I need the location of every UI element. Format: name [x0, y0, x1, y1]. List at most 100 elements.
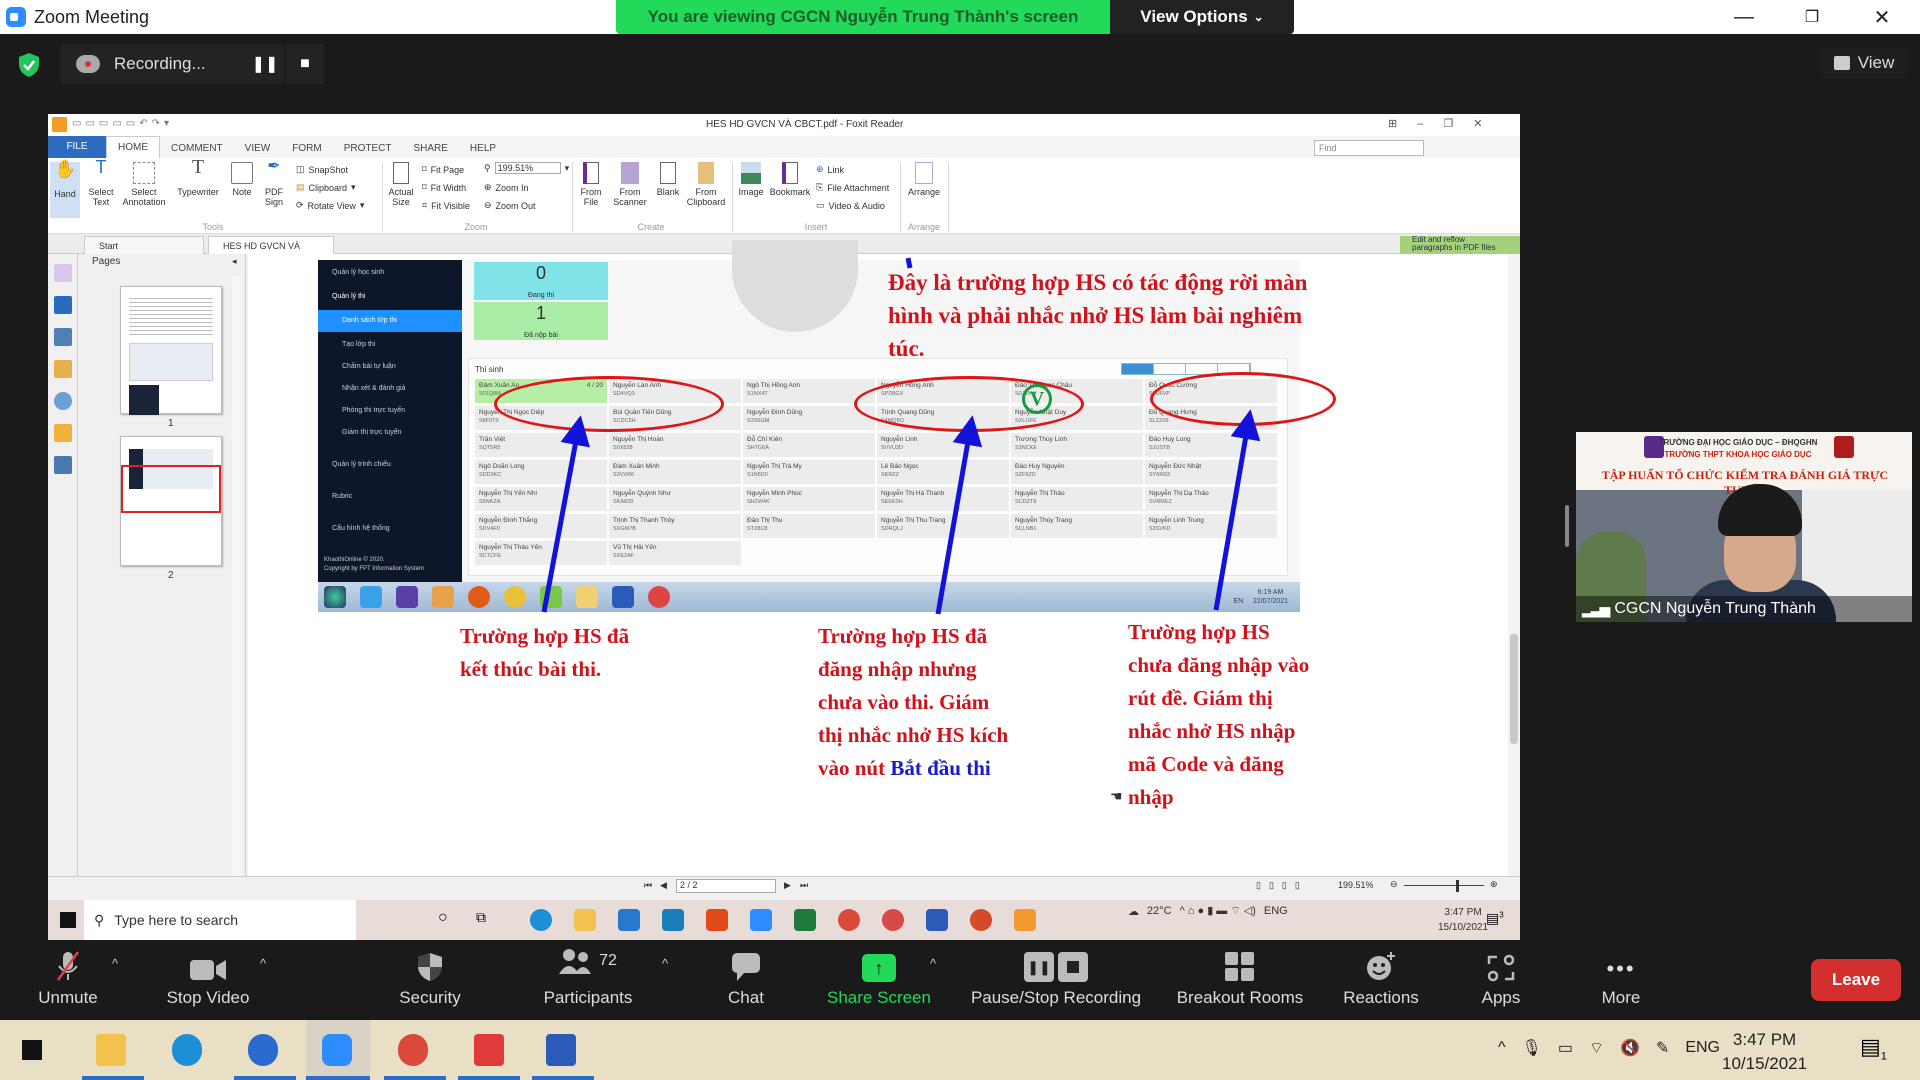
share-screen-label: Share Screen [827, 988, 931, 1007]
pause-stop-recording-button[interactable]: ❚❚ Pause/Stop Recording [964, 940, 1148, 1020]
banner-line-1: TRƯỜNG ĐẠI HỌC GIÁO DỤC – ĐHQGHN [1658, 438, 1818, 447]
chat-bubble-icon [731, 940, 761, 986]
host-date: 10/15/2021 [1722, 1054, 1808, 1073]
share-screen-icon: ↑ [862, 940, 896, 986]
remote-notif-count: 3 [1499, 910, 1504, 920]
unmute-button[interactable]: Unmute [28, 940, 108, 1020]
start-exam-highlight: Bắt đầu thi [890, 756, 991, 780]
file-explorer-icon[interactable] [96, 1034, 126, 1066]
reactions-label: Reactions [1343, 988, 1419, 1007]
slide-note-left: Trường hợp HS đã kết thúc bài thi. [460, 624, 630, 681]
participants-label: Participants [543, 988, 633, 1007]
speaker-muted-icon[interactable]: 🔇 [1620, 1038, 1640, 1058]
cortana-icon: ○ [438, 909, 448, 926]
slide-note-right: Trường hợp HS chưa đăng nhập vào rút đề.… [1128, 620, 1310, 809]
participants-count: 72 [599, 952, 617, 969]
share-options-caret[interactable]: ^ [930, 956, 936, 971]
edge-icon[interactable] [172, 1034, 202, 1066]
stop-video-button[interactable]: Stop Video [156, 940, 260, 1020]
participants-options-caret[interactable]: ^ [662, 956, 668, 971]
remote-clock: 3:47 PM 15/10/2021 [1438, 905, 1488, 935]
arrow-left [541, 415, 590, 613]
running-indicator [234, 1076, 296, 1080]
action-center-icon[interactable]: ▤1 [1860, 1034, 1887, 1062]
video-background-banner: TRƯỜNG ĐẠI HỌC GIÁO DỤC – ĐHQGHN TRƯỜNG … [1576, 432, 1912, 497]
more-button[interactable]: ••• More [1586, 940, 1656, 1020]
search-icon: ⚲ [94, 911, 105, 928]
windows-start-icon [60, 912, 76, 928]
windows-start-button[interactable] [22, 1040, 42, 1060]
apps-label: Apps [1481, 988, 1521, 1007]
slide-note-top: Đây là trường hợp HS có tác động rời màn… [888, 270, 1308, 361]
chrome-icon[interactable] [398, 1034, 428, 1066]
apps-icon [1487, 940, 1515, 986]
reactions-emoji-icon [1365, 940, 1397, 986]
running-indicator [306, 1076, 370, 1080]
host-windows-taskbar: ^ 🎙 ▭ ⌔ 🔇 ✎ ENG 3:47 PM 10/15/2021 ▤1 [0, 1020, 1920, 1080]
breakout-rooms-button[interactable]: Breakout Rooms [1170, 940, 1310, 1020]
apps-button[interactable]: Apps [1466, 940, 1536, 1020]
participant-video-tile[interactable]: TRƯỜNG ĐẠI HỌC GIÁO DỤC – ĐHQGHN TRƯỜNG … [1576, 432, 1912, 622]
zalo-icon [882, 909, 904, 931]
remote-lang: ENG [1263, 905, 1288, 917]
video-camera-icon [190, 940, 226, 986]
zalo-icon[interactable] [248, 1034, 278, 1066]
audio-options-caret[interactable]: ^ [112, 956, 118, 971]
battery-icon[interactable]: ▭ [1558, 1038, 1573, 1058]
participant-name: CGCN Nguyễn Trung Thành [1614, 600, 1816, 617]
hand-cursor-icon: ☚ [1110, 788, 1123, 804]
more-dots-icon: ••• [1606, 956, 1636, 981]
remote-search-placeholder: Type here to search [114, 912, 239, 928]
pause-stop-icon: ❚❚ [1024, 940, 1088, 986]
show-hidden-icons[interactable]: ^ [1498, 1039, 1506, 1057]
wifi-icon[interactable]: ⌔ [1589, 1038, 1604, 1058]
host-notif-count: 1 [1880, 1050, 1887, 1063]
chat-button[interactable]: Chat [708, 940, 784, 1020]
zoom-taskbar-icon[interactable] [322, 1034, 352, 1066]
share-screen-button[interactable]: ↑ Share Screen [818, 940, 940, 1020]
vietkey-icon[interactable] [474, 1034, 504, 1066]
signal-strength-icon: ▂▃▅ [1582, 600, 1610, 617]
panel-resize-handle[interactable] [1565, 505, 1569, 547]
host-system-tray: ^ 🎙 ▭ ⌔ 🔇 ✎ ENG [1498, 1038, 1720, 1058]
participants-icon: 72 [559, 940, 617, 986]
breakout-rooms-icon [1225, 940, 1255, 986]
leave-meeting-button[interactable]: Leave [1811, 959, 1901, 1001]
file-explorer-icon [574, 909, 596, 931]
reactions-button[interactable]: Reactions [1336, 940, 1426, 1020]
banner-line-2: TRƯỜNG THPT KHOA HỌC GIÁO DỤC [1664, 450, 1812, 459]
remote-windows-taskbar: ⚲ Type here to search ○ ⧉ ☁ 22°C ^ ⌂ ● ▮… [48, 900, 1520, 940]
remote-search-box: ⚲ Type here to search [84, 900, 356, 940]
office-icon [706, 909, 728, 931]
participants-button[interactable]: 72 Participants [536, 940, 640, 1020]
running-indicator [384, 1076, 446, 1080]
stop-video-label: Stop Video [166, 988, 250, 1007]
word-icon[interactable] [546, 1034, 576, 1066]
unmute-label: Unmute [38, 988, 98, 1007]
arrow-right [1213, 409, 1261, 611]
remote-system-tray: ☁ 22°C ^ ⌂ ● ▮ ▬ ⌔ ◁) ENG [1128, 904, 1288, 918]
task-view-icon: ⧉ [476, 909, 486, 925]
running-indicator [458, 1076, 520, 1080]
chat-label: Chat [728, 988, 764, 1007]
excel-icon [794, 909, 816, 931]
pause-stop-recording-label: Pause/Stop Recording [970, 988, 1142, 1007]
host-lang[interactable]: ENG [1685, 1039, 1720, 1057]
mail-icon [618, 909, 640, 931]
slide-note-middle: Trường hợp HS đã đăng nhập nhưng chưa và… [818, 620, 1008, 785]
foxit-icon [1014, 909, 1036, 931]
host-clock[interactable]: 3:47 PM 10/15/2021 [1722, 1028, 1807, 1076]
arrow-middle [935, 415, 983, 615]
muted-microphone-icon [54, 940, 82, 986]
security-shield-icon [417, 940, 443, 986]
security-button[interactable]: Security [390, 940, 470, 1020]
participant-name-tag: ▂▃▅ CGCN Nguyễn Trung Thành [1576, 596, 1912, 622]
remote-weather: 22°C [1147, 905, 1172, 917]
chrome-icon [838, 909, 860, 931]
word-icon [926, 909, 948, 931]
breakout-rooms-label: Breakout Rooms [1176, 988, 1304, 1007]
video-options-caret[interactable]: ^ [260, 956, 266, 971]
pen-icon[interactable]: ✎ [1656, 1038, 1669, 1058]
microphone-icon[interactable]: 🎙 [1522, 1038, 1542, 1058]
running-indicator [82, 1076, 144, 1080]
